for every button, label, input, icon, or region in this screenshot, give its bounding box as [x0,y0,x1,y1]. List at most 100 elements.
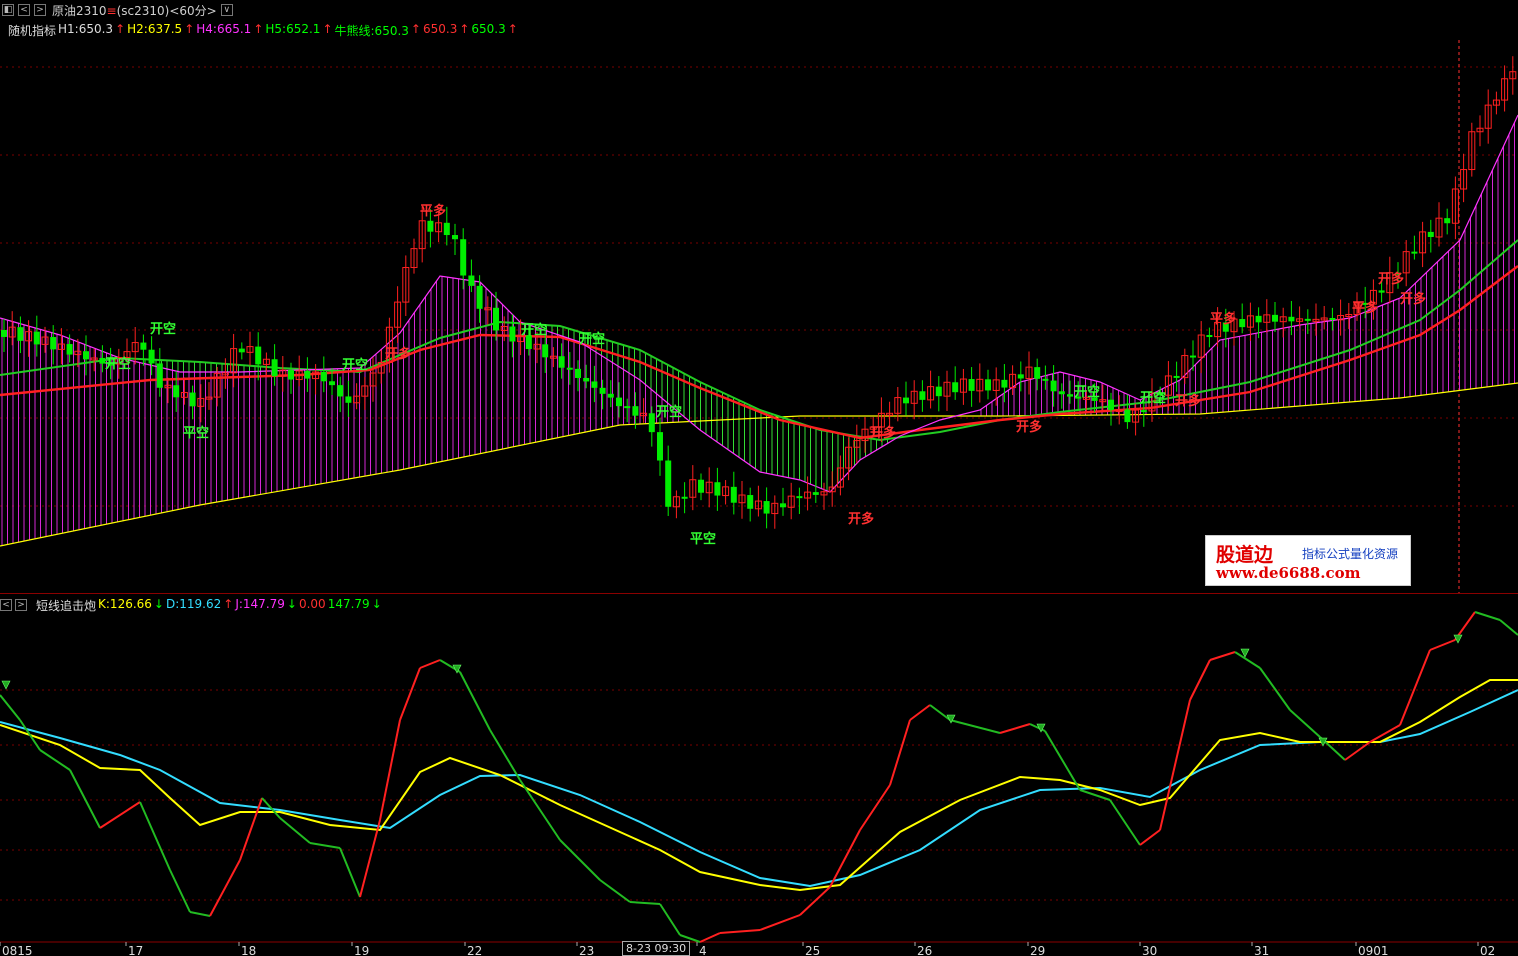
candle-body [1042,378,1049,381]
candle-body [558,356,565,368]
signal-label: 开空 [656,404,682,420]
candle-body [50,337,57,350]
legend-item: ↓ [153,596,164,611]
signal-label: 开空 [579,331,605,347]
signal-label: 开多 [1378,271,1404,287]
band-fill-lines [1,122,1515,546]
candle-body [476,285,483,309]
legend-item: D:119.62 [165,596,222,611]
kdj-line-j [1474,611,1501,621]
legend-item: 牛熊线:650.3 [334,24,409,38]
candle-body [156,363,163,388]
sub-indicator-legend: < > 短线追击炮 K:126.66 ↓ D:119.62 ↑ J:147.79 ↓ 0.00… [0,596,382,614]
candle-body [575,368,581,378]
legend-item: J:147.79 [235,596,285,611]
sub-pane-prev-button[interactable]: < [0,599,12,611]
candle-body [763,501,770,514]
kdj-line-j [1159,699,1191,831]
next-button[interactable]: > [34,4,46,16]
candle-body [566,367,573,370]
legend-item: ↑ [184,22,195,36]
candle-body [591,381,598,388]
kdj-line-j [1209,651,1236,661]
candle-body [17,327,24,341]
candle-body [714,482,721,496]
prev-button[interactable]: < [18,4,30,16]
legend-item: 650.3 [471,22,506,36]
signal-label: 平多 [420,203,446,219]
kdj-line-j [279,817,311,844]
kdj-line-j [419,659,441,669]
candle-body [238,348,245,353]
candle-body [1444,218,1451,224]
x-axis-label: 25 [805,944,820,956]
signal-label: 开空 [1140,390,1166,406]
watermark-tagline: 指标公式量化资源 [1302,547,1399,561]
kdj-line-j [599,879,631,903]
candle-body [1017,374,1024,379]
candle-body [1173,375,1180,378]
signal-label: 开多 [1400,291,1426,307]
signal-label: 开空 [342,357,368,373]
x-axis-label: 17 [128,944,143,956]
legend-item: ↑ [507,22,518,36]
kdj-line-j [699,932,721,943]
legend-item: H1:650.3 [58,22,114,36]
signal-label: 开多 [1175,393,1201,409]
candle-body [460,239,467,276]
kdj-line-j [99,801,141,829]
kdj-line-j [39,749,71,771]
candle-body [33,331,40,345]
kdj-line-d [0,689,1518,888]
kdj-line-j [909,704,931,721]
candle-body [1378,290,1385,293]
candle-body [698,479,704,493]
candle-body [599,387,606,394]
candle-body [607,393,614,398]
x-axis-label: 0815 [2,944,33,956]
kdj-line-j [1109,799,1141,846]
legend-item: 短线追击炮 [36,598,97,613]
period-dropdown-button[interactable]: ∨ [220,4,233,16]
kdj-line-j [759,914,801,931]
chart-canvas[interactable]: 开空开空平空开空平多开多开空开空开空平空开多 开多开多开空 开空 开多平多开多平多开多… [0,0,1518,956]
candle-body [935,386,942,397]
x-axis-label: 29 [1030,944,1045,956]
legend-item: 147.79 [327,596,370,611]
candle-body [304,370,311,379]
kdj-line-j [629,901,661,905]
kdj-lines [0,611,1518,943]
candle-body [1272,314,1278,322]
candle-body [1304,318,1311,321]
candle-body [173,385,180,398]
candle-body [443,222,450,236]
signal-label: 开空 [150,321,176,337]
kdj-line-j [719,929,761,934]
legend-item: H2:637.5 [127,22,183,36]
main-indicator-legend: 随机指标 H1:650.3 ↑ H2:637.5 ↑ H4:665.1 ↑ H5:652.1 ↑… [8,22,518,40]
sub-pane-next-button[interactable]: > [15,599,27,611]
candle-body [452,235,458,240]
signal-label: 开多 [385,346,411,362]
candle-body [1427,231,1434,237]
pane-divider[interactable] [0,593,1518,594]
candle-body [468,275,475,286]
legend-item: ↑ [410,22,421,36]
kdj-line-j [459,671,491,731]
layout-toggle-button[interactable]: ◧ [2,4,14,16]
kdj-line-j [1234,651,1261,669]
candle-body [1288,316,1295,322]
candle-body [1058,391,1065,395]
signal-label: 平空 [183,425,209,441]
candle-body [337,385,344,397]
candle-body [66,344,73,355]
kdj-line-j [169,869,191,913]
legend-item: ↑ [459,22,470,36]
candle-body [665,460,672,507]
kdj-line-j [1189,659,1211,701]
candle-body [952,382,959,393]
candle-body [1108,399,1114,411]
candle-body [493,307,499,331]
chart-toolbar: ◧ < > 原油2310≡(sc2310)<60分> ∨ [0,0,1518,20]
candle-body [903,397,909,404]
